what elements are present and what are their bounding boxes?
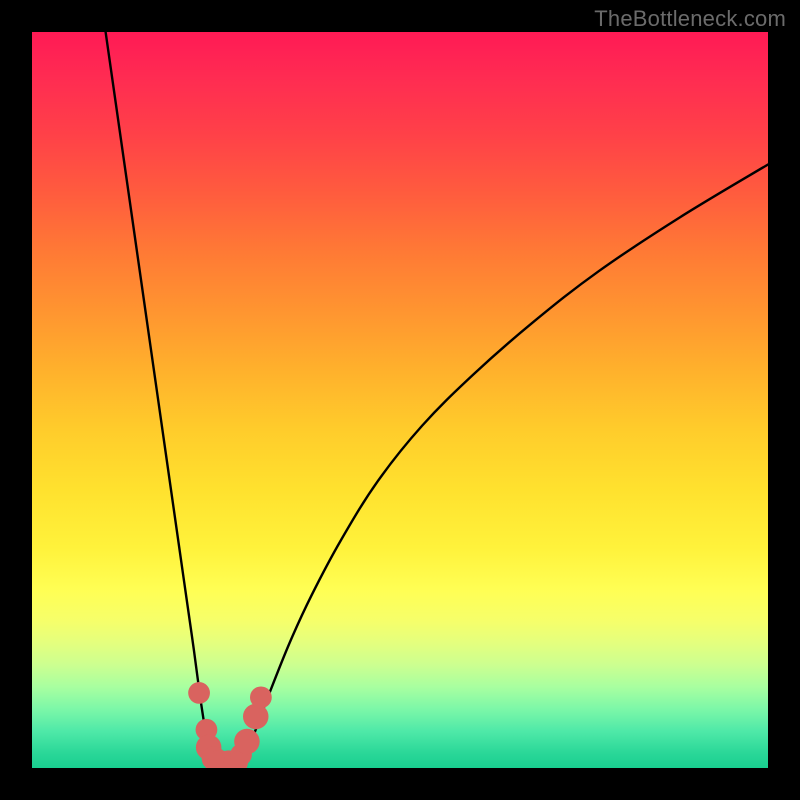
plot-area <box>32 32 768 768</box>
curve-right-branch <box>236 164 768 762</box>
curve-layer <box>32 32 768 768</box>
data-marker <box>188 682 210 704</box>
data-marker <box>250 686 272 708</box>
data-marker <box>234 729 260 755</box>
curve-left-branch <box>106 32 219 762</box>
curve-group <box>106 32 768 762</box>
watermark-text: TheBottleneck.com <box>594 6 786 32</box>
data-marker <box>243 704 269 730</box>
marker-group <box>188 682 272 768</box>
chart-frame: TheBottleneck.com <box>0 0 800 800</box>
